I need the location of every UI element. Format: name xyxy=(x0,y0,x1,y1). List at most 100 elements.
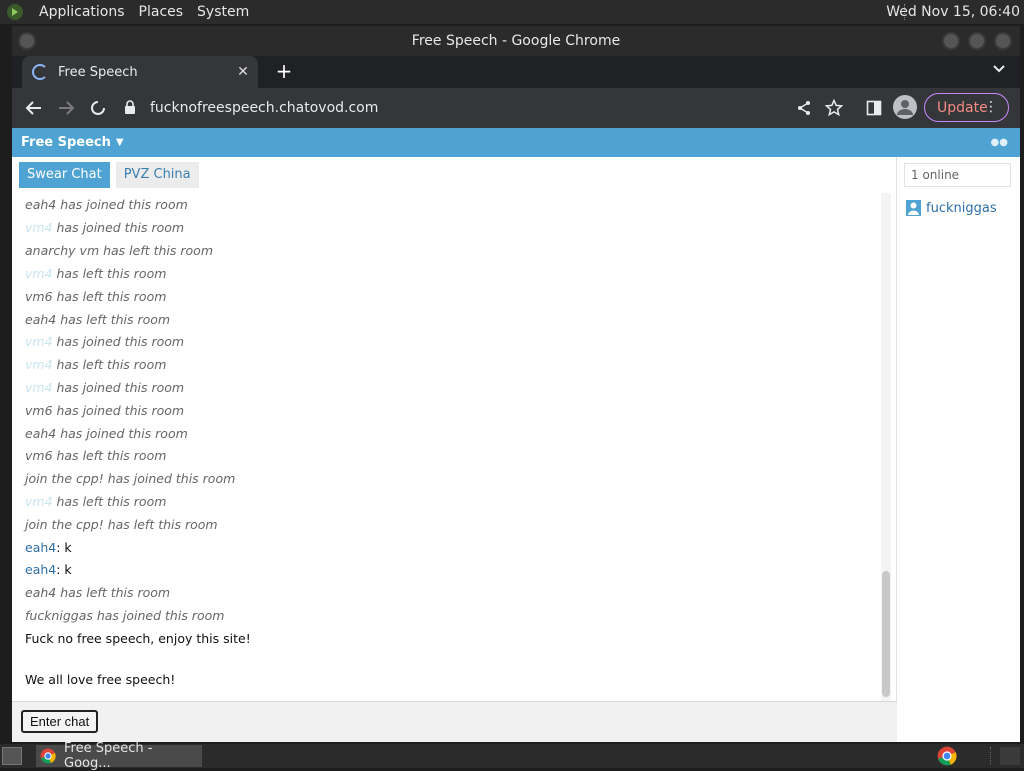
system-message-text: has left this room xyxy=(52,266,167,281)
system-message-text: vm6 has left this room xyxy=(25,289,167,304)
kebab-menu-icon[interactable]: ⋮ xyxy=(984,99,998,115)
message-user-name[interactable]: vm4 xyxy=(25,357,53,372)
system-message-text: vm6 has left this room xyxy=(25,448,167,463)
system-message-text: has joined this room xyxy=(52,220,185,235)
chrome-icon xyxy=(40,748,56,764)
minimize-button[interactable] xyxy=(942,32,960,50)
forward-arrow-icon[interactable] xyxy=(52,94,80,122)
online-count: 1 online xyxy=(904,163,1011,187)
message-text: : k xyxy=(56,540,72,555)
enter-chat-button[interactable]: Enter chat xyxy=(21,710,99,733)
window-menu-button[interactable] xyxy=(18,32,36,50)
chat-message: Fuck no free speech, enjoy this site! xyxy=(25,629,251,649)
message-user-name[interactable]: eah4 xyxy=(25,562,56,577)
tab-title: Free Speech xyxy=(58,64,138,80)
scrollbar-thumb[interactable] xyxy=(882,571,890,697)
applications-menu[interactable]: Applications xyxy=(32,0,132,24)
system-message-text: vm6 has joined this room xyxy=(25,403,185,418)
system-message-text: has joined this room xyxy=(52,334,185,349)
user-icon xyxy=(906,200,921,216)
tray-separator xyxy=(990,747,992,765)
window-title: Free Speech - Google Chrome xyxy=(411,33,621,49)
chat-message: vm6 has joined this room xyxy=(25,401,184,421)
chat-message: vm4 has left this room xyxy=(25,492,166,512)
site-header: Free Speech ▼ ●● xyxy=(12,128,1020,157)
chat-message: join the cpp! has left this room xyxy=(25,515,218,535)
distro-logo-icon[interactable] xyxy=(4,1,26,23)
desktop-top-panel: Applications Places System Wed Nov 15, 0… xyxy=(0,0,1024,24)
message-text: Fuck no free speech, enjoy this site! xyxy=(25,631,251,646)
header-menu-dots-icon[interactable]: ●● xyxy=(991,137,1008,148)
browser-tab[interactable]: Free Speech ✕ xyxy=(22,56,258,88)
loading-spinner-icon xyxy=(32,64,48,80)
profile-avatar-icon[interactable] xyxy=(893,95,917,119)
browser-toolbar: fucknofreespeech.chatovod.com Update ⋮ xyxy=(12,88,1020,128)
message-user-name[interactable]: vm4 xyxy=(25,494,53,509)
message-user-name[interactable]: vm4 xyxy=(25,220,53,235)
chat-message: eah4: k xyxy=(25,538,72,558)
side-panel-icon[interactable] xyxy=(860,94,888,122)
chat-message: We all love free speech! xyxy=(25,670,175,690)
message-user-name[interactable]: eah4 xyxy=(25,540,56,555)
chat-input-bar: Enter chat xyxy=(12,701,897,742)
bookmark-star-icon[interactable] xyxy=(820,94,848,122)
room-tab-pvz-china[interactable]: PVZ China xyxy=(115,162,199,188)
system-message-text: fuckniggas has joined this room xyxy=(25,608,225,623)
chat-message: vm4 has joined this room xyxy=(25,218,184,238)
system-message-text: has joined this room xyxy=(52,380,185,395)
tab-search-chevron-icon[interactable] xyxy=(992,62,1006,78)
chat-message: eah4 has left this room xyxy=(25,310,170,330)
chat-message: vm4 has left this room xyxy=(25,264,166,284)
system-menu[interactable]: System xyxy=(190,0,256,24)
desktop-taskbar: Free Speech - Goog... xyxy=(0,741,1024,771)
window-titlebar[interactable]: Free Speech - Google Chrome xyxy=(12,26,1020,56)
close-window-button[interactable] xyxy=(994,32,1012,50)
taskbar-item-label: Free Speech - Goog... xyxy=(64,741,153,771)
taskbar-chrome-item[interactable]: Free Speech - Goog... xyxy=(36,741,202,771)
share-icon[interactable] xyxy=(790,94,818,122)
message-list[interactable]: eah4 has joined this room vm4 has joined … xyxy=(12,193,884,701)
new-tab-button[interactable]: + xyxy=(272,60,296,84)
room-tab-swear-chat[interactable]: Swear Chat xyxy=(19,162,110,188)
system-message-text: has left this room xyxy=(52,357,167,372)
system-message-text: eah4 has joined this room xyxy=(25,426,188,441)
chat-message: eah4 has joined this room xyxy=(25,195,188,215)
update-chrome-button[interactable]: Update ⋮ xyxy=(924,93,1009,122)
maximize-button[interactable] xyxy=(968,32,986,50)
back-arrow-icon[interactable] xyxy=(20,94,48,122)
message-user-name[interactable]: vm4 xyxy=(25,266,53,281)
update-label: Update xyxy=(937,99,988,116)
show-desktop-icon[interactable] xyxy=(2,747,22,765)
stop-loading-icon[interactable] xyxy=(84,94,112,122)
chat-message: eah4: k xyxy=(25,560,72,580)
message-user-name[interactable]: vm4 xyxy=(25,334,53,349)
url-text[interactable]: fucknofreespeech.chatovod.com xyxy=(150,100,378,116)
system-message-text: join the cpp! has left this room xyxy=(25,517,218,532)
tray-chrome-icon[interactable] xyxy=(937,746,957,766)
room-tabs: Swear Chat PVZ China xyxy=(12,157,896,193)
chrome-window: Free Speech - Google Chrome Free Speech … xyxy=(12,26,1020,742)
chat-message: eah4 has joined this room xyxy=(25,424,188,444)
workspace-switcher[interactable] xyxy=(1000,747,1020,765)
lock-icon[interactable] xyxy=(124,100,138,116)
message-text: We all love free speech! xyxy=(25,672,176,687)
chat-message: eah4 has left this room xyxy=(25,583,170,603)
page-viewport: Free Speech ▼ ●● Swear Chat PVZ China ea… xyxy=(12,128,1020,742)
system-message-text: anarchy vm has left this room xyxy=(25,243,213,258)
online-user-item[interactable]: fuckniggas xyxy=(906,200,997,216)
site-title[interactable]: Free Speech xyxy=(21,135,111,150)
chat-message: vm4 has joined this room xyxy=(25,378,184,398)
close-tab-icon[interactable]: ✕ xyxy=(234,63,252,81)
system-message-text: has left this room xyxy=(52,494,167,509)
dropdown-caret-icon[interactable]: ▼ xyxy=(116,137,124,148)
places-menu[interactable]: Places xyxy=(132,0,191,24)
chat-message: anarchy vm has left this room xyxy=(25,241,213,261)
chat-message: fuckniggas has joined this room xyxy=(25,606,224,626)
tab-strip: Free Speech ✕ + xyxy=(12,56,1020,88)
online-user-name[interactable]: fuckniggas xyxy=(926,201,997,216)
chat-message: vm6 has left this room xyxy=(25,287,166,307)
address-bar[interactable]: fucknofreespeech.chatovod.com xyxy=(124,93,814,123)
panel-clock[interactable]: Wed Nov 15, 06:40 xyxy=(886,0,1020,24)
chat-message: vm4 has left this room xyxy=(25,355,166,375)
message-user-name[interactable]: vm4 xyxy=(25,380,53,395)
